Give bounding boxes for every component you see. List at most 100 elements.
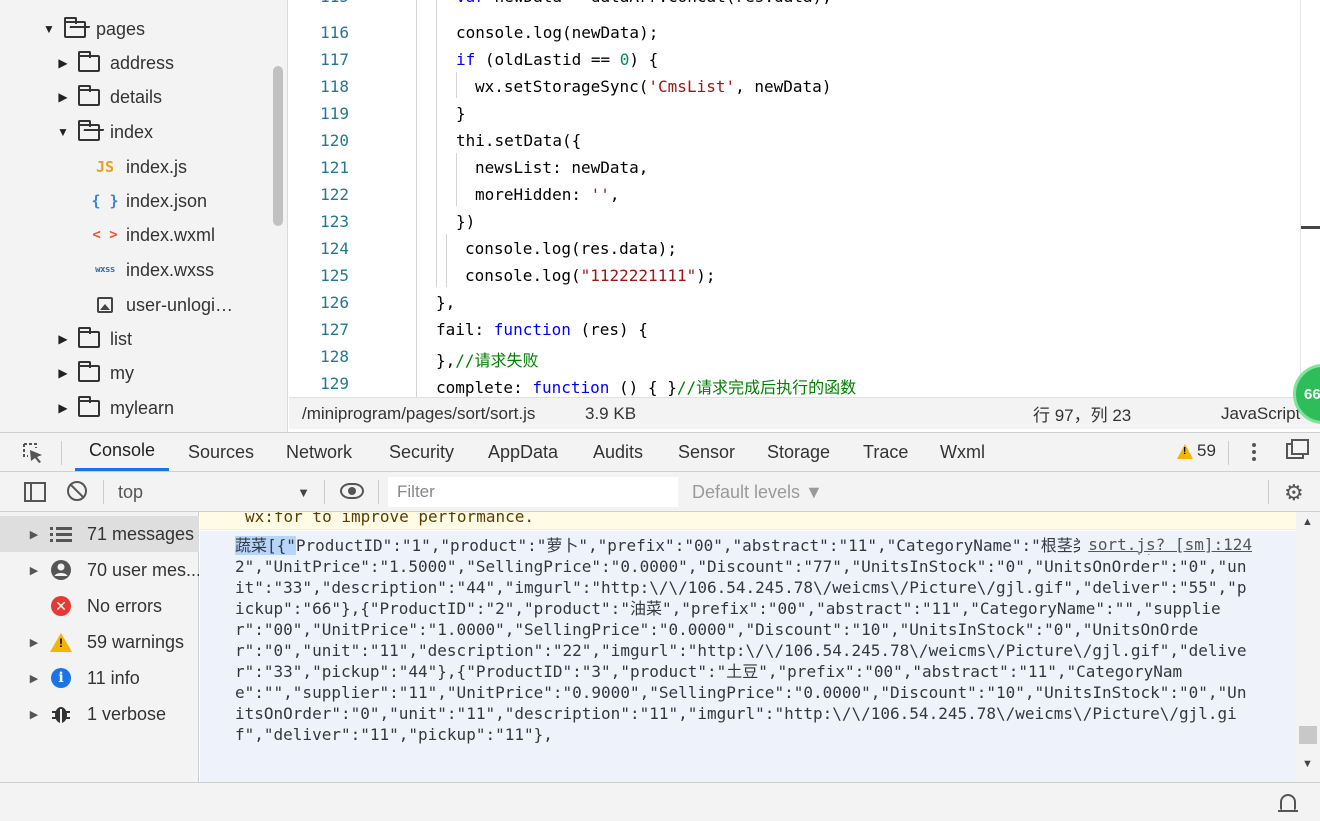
chevron-right-icon[interactable]: ▶ [27, 528, 41, 541]
code-token: : [474, 320, 494, 339]
code-token: ( [570, 239, 581, 258]
sidebar-item-messages[interactable]: ▶ 71 messages [0, 516, 199, 552]
chevron-right-icon[interactable]: ▶ [56, 332, 70, 346]
chevron-right-icon[interactable]: ▶ [56, 56, 70, 70]
context-selector[interactable]: top ▼ [108, 478, 318, 506]
chevron-down-icon[interactable]: ▼ [42, 22, 56, 36]
code-line: } [456, 104, 466, 123]
indent-guide [456, 153, 457, 206]
toolbar-divider [103, 480, 104, 504]
log-source-link[interactable]: sort.js? [sm]:124 [1080, 535, 1252, 554]
inspect-element-icon[interactable] [22, 442, 44, 464]
code-token: () { } [609, 378, 677, 397]
console-sidebar: ▶ 71 messages ▶ 70 user mes... ✕ No erro… [0, 512, 199, 782]
more-options-icon[interactable] [1244, 441, 1264, 463]
tree-file-index-js[interactable]: JS index.js [94, 150, 187, 184]
code-token: wx [475, 77, 495, 96]
code-token: newData [495, 0, 562, 6]
tab-sensor[interactable]: Sensor [678, 433, 735, 471]
code-token: console [465, 266, 533, 285]
code-token: fail [436, 320, 475, 339]
scrollbar-thumb[interactable] [1299, 726, 1317, 744]
language-mode[interactable]: JavaScript [1221, 404, 1300, 424]
chevron-down-icon[interactable]: ▼ [56, 125, 70, 139]
tree-folder-details[interactable]: ▶ details [56, 80, 162, 114]
tab-wxml[interactable]: Wxml [940, 433, 985, 471]
chevron-right-icon[interactable]: ▶ [27, 564, 41, 577]
line-number: 126 [320, 293, 349, 312]
cursor-position[interactable]: 行 97，列 23 [1033, 401, 1131, 426]
console-scrollbar[interactable]: ▲ ▼ [1296, 512, 1320, 782]
code-token: ) [821, 77, 832, 96]
chevron-right-icon[interactable]: ▶ [56, 90, 70, 104]
chevron-right-icon[interactable]: ▶ [56, 401, 70, 415]
console-log-message[interactable]: 蔬菜[{"ProductID":"1","product":"萝卜","pref… [200, 531, 1296, 782]
tree-scrollbar-thumb[interactable] [273, 66, 283, 226]
folder-icon [78, 395, 100, 417]
tab-sources[interactable]: Sources [188, 433, 254, 471]
tree-file-index-json[interactable]: { } index.json [91, 184, 207, 218]
clear-console-icon[interactable] [67, 481, 87, 501]
tree-folder-address[interactable]: ▶ address [56, 46, 174, 80]
tab-console[interactable]: Console [75, 433, 170, 471]
console-output[interactable]: wx:for to improve performance. 蔬菜[{"Prod… [200, 512, 1296, 782]
code-line: newsList: newData, [475, 158, 648, 177]
tab-trace[interactable]: Trace [863, 433, 908, 471]
tab-audits[interactable]: Audits [593, 433, 643, 471]
undock-icon[interactable] [1286, 439, 1309, 459]
tree-folder-mylearn[interactable]: ▶ mylearn [56, 391, 174, 425]
tree-folder-my[interactable]: ▶ my [56, 356, 134, 390]
line-number: 115 [289, 0, 349, 6]
code-area[interactable]: var newData = dataArr.concat(res.data); … [376, 0, 1320, 397]
tab-storage[interactable]: Storage [767, 433, 830, 471]
folder-icon [78, 50, 100, 72]
tree-folder-pages[interactable]: ▼ pages [42, 12, 145, 46]
chevron-right-icon[interactable]: ▶ [56, 366, 70, 380]
chevron-right-icon[interactable]: ▶ [27, 636, 41, 649]
chevron-right-icon[interactable]: ▶ [27, 672, 41, 685]
line-number-gutter: 115 116 117 118 119 120 121 122 123 124 … [289, 0, 349, 397]
sidebar-item-errors[interactable]: ✕ No errors [0, 588, 199, 624]
bell-icon[interactable] [1278, 794, 1298, 812]
gear-icon[interactable]: ⚙ [1284, 480, 1304, 506]
code-token: ( [475, 50, 495, 69]
sidebar-toggle-icon[interactable] [24, 482, 46, 502]
tree-folder-list[interactable]: ▶ list [56, 322, 132, 356]
tree-file-index-wxss[interactable]: wxss index.wxss [94, 253, 214, 287]
tab-security[interactable]: Security [389, 433, 454, 471]
tree-file-user-unlogin[interactable]: user-unlogi… [94, 288, 233, 322]
sidebar-item-warnings[interactable]: ▶ 59 warnings [0, 624, 199, 660]
code-editor[interactable]: 115 116 117 118 119 120 121 122 123 124 … [289, 0, 1320, 397]
sidebar-item-verbose[interactable]: ▶ 1 verbose [0, 696, 199, 732]
sidebar-item-info[interactable]: ▶ i 11 info [0, 660, 199, 696]
tree-folder-index[interactable]: ▼ index [56, 115, 153, 149]
tab-appdata[interactable]: AppData [488, 433, 558, 471]
code-line: moreHidden: '', [475, 185, 620, 204]
scroll-down-arrow-icon[interactable]: ▼ [1302, 758, 1313, 770]
file-path: /miniprogram/pages/sort/sort.js [302, 403, 536, 423]
tab-network[interactable]: Network [286, 433, 352, 471]
code-token: ) { [629, 50, 659, 69]
code-line: if (oldLastid == 0) { [456, 50, 658, 69]
code-token: }, [436, 351, 456, 370]
log-levels-dropdown[interactable]: Default levels ▼ [692, 482, 823, 503]
chevron-right-icon[interactable]: ▶ [27, 708, 41, 721]
tree-file-index-wxml[interactable]: < > index.wxml [92, 218, 215, 252]
code-token: "1122221111" [580, 266, 697, 285]
tree-item-label: index [110, 121, 154, 142]
code-token: } [456, 104, 466, 123]
code-token: ( [570, 320, 591, 339]
code-token: , [735, 77, 755, 96]
filter-input[interactable] [388, 477, 678, 507]
sidebar-item-user-messages[interactable]: ▶ 70 user mes... [0, 552, 199, 588]
code-token: ( [726, 0, 736, 6]
code-token: res [590, 320, 620, 339]
code-token: complete [436, 378, 514, 397]
line-number: 128 [320, 347, 349, 366]
code-line: var newData = dataArr.concat(res.data); [456, 0, 832, 6]
line-number: 123 [320, 212, 349, 231]
live-expression-eye-icon[interactable] [340, 483, 364, 499]
scroll-up-arrow-icon[interactable]: ▲ [1302, 516, 1313, 528]
warning-counter[interactable]: 59 [1177, 441, 1216, 461]
folder-icon [78, 360, 100, 382]
